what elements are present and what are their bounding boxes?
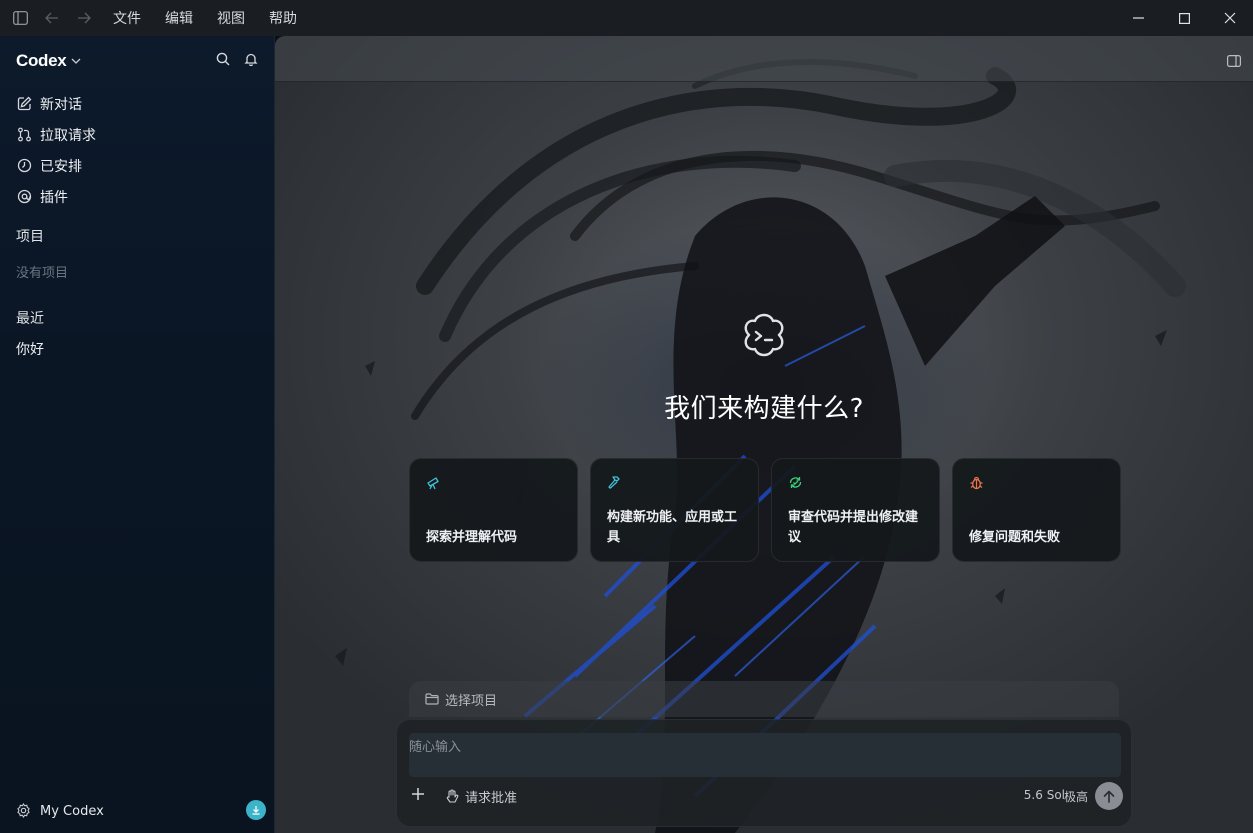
settings-icon[interactable] [16,803,32,819]
card-label: 探索并理解代码 [426,530,518,545]
composer: 随心输入 请求批准 5.6 Sol 极高 [396,719,1132,827]
review-icon [788,475,804,491]
clock-icon [16,158,32,174]
chevron-down-icon[interactable] [71,58,81,64]
minimize-icon[interactable] [1115,0,1161,36]
hero-title: 我们来构建什么? [664,394,864,424]
approval-mode-label: 请求批准 [465,791,518,806]
card-label: 修复问题和失败 [969,530,1061,545]
sidebar-item-new-chat[interactable]: 新对话 [16,88,96,119]
plugin-icon [16,189,32,205]
suggestion-card-explore[interactable]: 探索并理解代码 [409,458,578,562]
sidebar-footer[interactable]: My Codex [16,800,266,821]
effort-selector[interactable]: 极高 [1064,788,1088,805]
sidebar-item-pull-requests[interactable]: 拉取请求 [16,119,96,150]
sidebar-item-label: 拉取请求 [40,127,96,144]
prompt-input[interactable] [409,733,1121,777]
forward-arrow-icon[interactable] [76,10,92,26]
sidebar-toggle-icon[interactable] [12,10,28,26]
projects-section-title: 项目 [16,229,44,245]
sidebar-item-scheduled[interactable]: 已安排 [16,150,96,181]
menu-view[interactable]: 视图 [217,8,245,28]
bug-icon [969,475,985,491]
project-selector[interactable]: 选择项目 [409,681,1119,717]
maximize-icon[interactable] [1161,0,1207,36]
suggestion-card-build[interactable]: 构建新功能、应用或工具 [590,458,759,562]
menu-file[interactable]: 文件 [113,8,141,28]
folder-icon [425,693,439,705]
projects-empty-text: 没有项目 [16,266,69,281]
sidebar-item-label: 新对话 [40,96,82,113]
approval-mode-button[interactable]: 请求批准 [445,787,517,806]
telescope-icon [426,475,442,491]
edit-icon [16,96,32,112]
model-selector[interactable]: 5.6 Sol [1024,788,1065,802]
menu-edit[interactable]: 编辑 [165,8,193,28]
prompt-placeholder: 随心输入 [409,740,462,755]
download-update-icon[interactable] [246,800,266,820]
recent-item[interactable]: 你好 [16,339,44,359]
bell-icon[interactable] [244,52,258,66]
menu-help[interactable]: 帮助 [269,8,297,28]
suggestion-cards: 探索并理解代码 构建新功能、应用或工具 审查代码并提出修改建议 修复问题和失败 [409,458,1121,562]
main-panel: 我们来构建什么? 探索并理解代码 构建新功能、应用或工具 审查代码并提出修改建议… [275,36,1253,833]
card-label: 审查代码并提出修改建议 [788,510,919,545]
sidebar-item-label: 插件 [40,189,68,206]
brand-name[interactable]: Codex [16,51,67,71]
main-top-bar [275,36,1253,82]
panel-toggle-icon[interactable] [1227,52,1242,71]
window-controls [1115,0,1253,36]
close-icon[interactable] [1207,0,1253,36]
pull-request-icon [16,127,32,143]
add-attachment-icon[interactable] [411,787,429,805]
sidebar-header: Codex [16,50,262,72]
hand-icon [445,789,459,804]
sidebar: Codex 新对话 拉取请求 已安排 插件 项目 没有项目 最近 你好 My C… [0,36,275,833]
suggestion-card-fix[interactable]: 修复问题和失败 [952,458,1121,562]
title-bar: 文件 编辑 视图 帮助 [0,0,1253,36]
card-label: 构建新功能、应用或工具 [607,510,738,545]
search-icon[interactable] [216,52,230,66]
project-selector-label: 选择项目 [445,693,498,709]
sidebar-nav: 新对话 拉取请求 已安排 插件 [16,88,96,212]
sidebar-item-label: 已安排 [40,158,82,175]
footer-label: My Codex [40,803,104,819]
suggestion-card-review[interactable]: 审查代码并提出修改建议 [771,458,940,562]
recent-section-title: 最近 [16,311,44,327]
hammer-icon [607,475,623,491]
sidebar-item-plugins[interactable]: 插件 [16,181,96,212]
sidebar-header-actions [216,52,258,66]
back-arrow-icon[interactable] [44,10,60,26]
codex-logo-icon [739,311,789,361]
menu-bar: 文件 编辑 视图 帮助 [113,0,321,36]
send-button[interactable] [1095,782,1123,810]
